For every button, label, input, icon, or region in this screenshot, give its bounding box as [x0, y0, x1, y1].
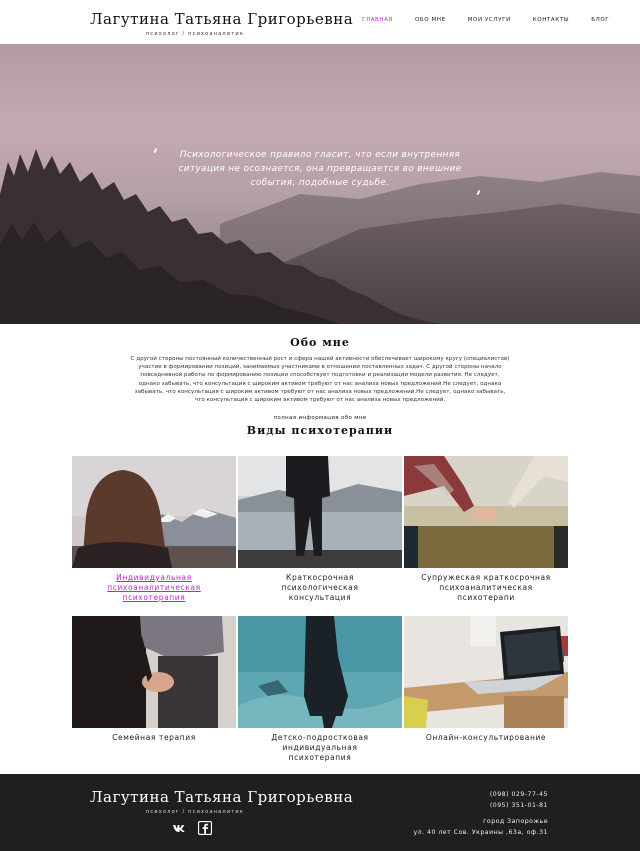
nav-item-contacts[interactable]: Контакты — [533, 17, 569, 23]
couple-hands-photo — [72, 616, 236, 728]
footer-address: ул. 40 лет Сов. Украины ,63а, оф.31 — [413, 828, 548, 836]
footer-phone-2[interactable]: (095) 351-01-81 — [413, 801, 548, 812]
quote-open-mark: ‚ — [153, 136, 159, 155]
footer-logo-subtitle: психолог / психоаналитик — [145, 809, 245, 815]
facebook-icon[interactable] — [197, 820, 213, 836]
therapy-label-online[interactable]: Онлайн-консультирование — [404, 733, 568, 743]
therapy-card[interactable]: Детско-подростковая индивидуальная психо… — [238, 616, 402, 763]
therapy-card[interactable]: Супружеская краткосрочная психоаналитиче… — [404, 456, 568, 603]
therapies-title: Виды психотерапии — [246, 424, 394, 437]
hero-banner: ‚ Психологическое правило гласит, что ес… — [0, 44, 640, 324]
logo-title: Лагутина Татьяна Григорьевна — [90, 10, 354, 28]
about-text: С другой стороны постоянный количественн… — [130, 356, 510, 404]
hero-quote: Психологическое правило гласит, что если… — [178, 150, 462, 188]
holding-hands-photo — [404, 456, 568, 568]
therapy-card[interactable]: Краткосрочная психологическая консультац… — [238, 456, 402, 603]
nav-item-about[interactable]: Обо мне — [415, 17, 446, 23]
therapy-label-child-adolescent[interactable]: Детско-подростковая индивидуальная психо… — [238, 733, 402, 763]
footer-logo-title: Лагутина Татьяна Григорьевна — [90, 788, 354, 806]
woman-mountains-photo — [72, 456, 236, 568]
laptop-desk-photo — [404, 616, 568, 728]
main-nav: Главная Обо мне Мои услуги Контакты Блог — [362, 17, 631, 23]
vk-icon[interactable] — [172, 820, 186, 834]
footer-phone-1[interactable]: (098) 029-77-45 — [413, 790, 548, 801]
girl-aquarium-photo — [238, 616, 402, 728]
about-more-link[interactable]: полная информация обо мне — [273, 415, 366, 421]
therapy-card[interactable]: Индивидуальная психоаналитическая психот… — [72, 456, 236, 603]
nav-item-home[interactable]: Главная — [362, 17, 393, 23]
social-links — [172, 820, 213, 836]
therapies-section-header: Виды психотерапии — [0, 424, 640, 437]
footer-city: город Запорожье — [483, 818, 548, 825]
site-header: Лагутина Татьяна Григорьевна психолог / … — [0, 0, 640, 44]
footer-logo[interactable]: Лагутина Татьяна Григорьевна психолог / … — [90, 788, 354, 815]
nav-item-services[interactable]: Мои услуги — [468, 17, 511, 23]
therapy-card[interactable]: Онлайн-консультирование — [404, 616, 568, 743]
therapy-card[interactable]: Семейная терапия — [72, 616, 236, 743]
therapy-label-family[interactable]: Семейная терапия — [72, 733, 236, 743]
logo-subtitle: психолог / психоаналитик — [145, 31, 245, 37]
therapy-label-individual[interactable]: Индивидуальная психоаналитическая психот… — [72, 573, 236, 603]
nav-item-blog[interactable]: Блог — [591, 17, 609, 23]
quote-close-mark: ‚ — [476, 178, 482, 197]
therapy-label-short-term[interactable]: Краткосрочная психологическая консультац… — [238, 573, 402, 603]
site-logo[interactable]: Лагутина Татьяна Григорьевна психолог / … — [90, 10, 354, 37]
about-section: Обо мне С другой стороны постоянный коли… — [0, 336, 640, 423]
about-title: Обо мне — [290, 336, 350, 349]
man-lake-fog-photo — [238, 456, 402, 568]
therapy-label-couples[interactable]: Супружеская краткосрочная психоаналитиче… — [404, 573, 568, 603]
site-footer: Лагутина Татьяна Григорьевна психолог / … — [0, 774, 640, 851]
footer-contacts: (098) 029-77-45 (095) 351-01-81 город За… — [413, 790, 548, 838]
